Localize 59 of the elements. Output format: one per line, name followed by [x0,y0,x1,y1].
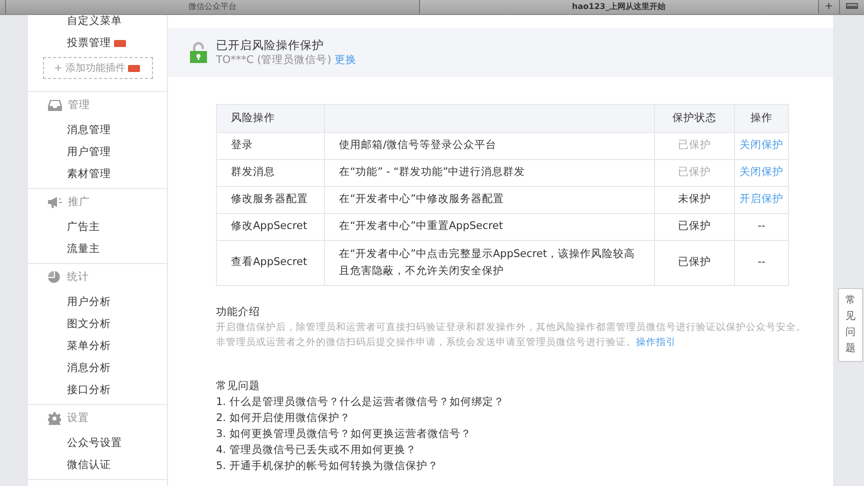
sidebar-item[interactable]: 自定义菜单 [67,15,122,27]
table-cell: 登录 [216,132,324,160]
status-text: 未保护 [678,193,711,206]
sidebar-item[interactable]: 微信认证 [67,459,111,471]
table-cell: 修改AppSecret [216,214,324,240]
sidebar-item[interactable]: 消息分析 [67,362,111,374]
inbox-icon [48,100,62,111]
faq-link[interactable]: 3. 如何更换管理员微信号？如何更换运营者微信号？ [216,428,472,440]
status-text: 已保护 [678,256,711,268]
faq-link[interactable]: 2. 如何开启使用微信保护？ [216,412,350,424]
table-cell: 修改服务器配置 [216,186,324,214]
browser-tab[interactable]: 微信公众平台 [5,0,419,14]
section-heading: 统计 [67,270,89,285]
status-text: 已保护 [678,139,711,152]
new-tab-button[interactable]: + [818,0,839,14]
sidebar-item[interactable]: 广告主 [67,221,100,233]
sidebar-item[interactable]: 用户管理 [67,146,111,158]
section-heading: 管理 [68,98,90,113]
table-cell: -- [758,256,766,268]
faq-link[interactable]: 4. 管理员微信号已丢失或不用如何更换？ [216,444,416,456]
intro-text: 开启微信保护后，除管理员和运营者可直接扫码验证登录和群发操作外，其他风险操作都需管理员微信号进行验证以保护公众号安全。 [216,321,807,335]
table-cell: 查看AppSecret [216,240,324,286]
sidebar-item[interactable]: 公众号设置 [67,437,122,449]
intro-text: 非管理员或运营者之外的微信扫码后提交操作申请，系统会发送申请至管理员微信号进行验证。 [216,337,636,348]
pie-chart-icon [48,271,61,284]
table-cell: 在“开发者中心”中点击完整显示AppSecret，该操作风险较高且危害隐蔽，不允许关闭安全保护 [324,240,654,286]
status-text: 已保护 [678,220,711,232]
column-header: 操作 [750,112,772,124]
sidebar-item[interactable]: 接口分析 [67,384,111,396]
table-cell: 在“功能” - “群发功能”中进行消息群发 [324,160,654,186]
sidebar-item[interactable]: 图文分析 [67,318,111,330]
section-heading: 设置 [67,410,89,426]
section-heading: 推广 [68,194,90,210]
sidebar-item[interactable]: 投票管理 [67,37,111,49]
table-cell: -- [758,220,766,232]
column-header: 保护状态 [672,112,716,124]
table-cell: 使用邮箱/微信号等登录公众平台 [324,132,654,160]
faq-link[interactable]: 1. 什么是管理员微信号？什么是运营者微信号？如何绑定？ [216,396,504,408]
table-cell: 群发消息 [216,160,324,186]
sidebar-item[interactable]: 用户分析 [67,296,111,308]
sidebar-item[interactable]: 消息管理 [67,124,111,136]
lock-icon [190,42,207,63]
banner-title: 已开启风险操作保护 [216,38,325,53]
column-header: 风险操作 [216,104,324,132]
status-text: 已保护 [678,166,711,178]
sidebar-item[interactable]: 菜单分析 [67,340,111,352]
menu-icon[interactable] [846,3,858,10]
table-cell: 在“开发者中心”中重置AppSecret [324,214,654,240]
section-title: 常见问题 [216,379,261,394]
settings-icon [48,412,61,425]
sidebar-item[interactable]: 素材管理 [67,168,111,180]
table-cell: 在“开发者中心”中修改服务器配置 [324,186,654,214]
browser-tab[interactable]: hao123_上网从这里开始 [418,0,818,14]
section-title: 功能介绍 [216,305,261,320]
sidebar-item[interactable]: 流量主 [67,243,100,255]
admin-account: TO***C (管理员微信号) [216,54,332,66]
faq-link[interactable]: 5. 开通手机保护的帐号如何转换为微信保护？ [216,460,438,472]
megaphone-icon [48,197,62,208]
help-button[interactable]: 常见问题 [838,288,863,362]
